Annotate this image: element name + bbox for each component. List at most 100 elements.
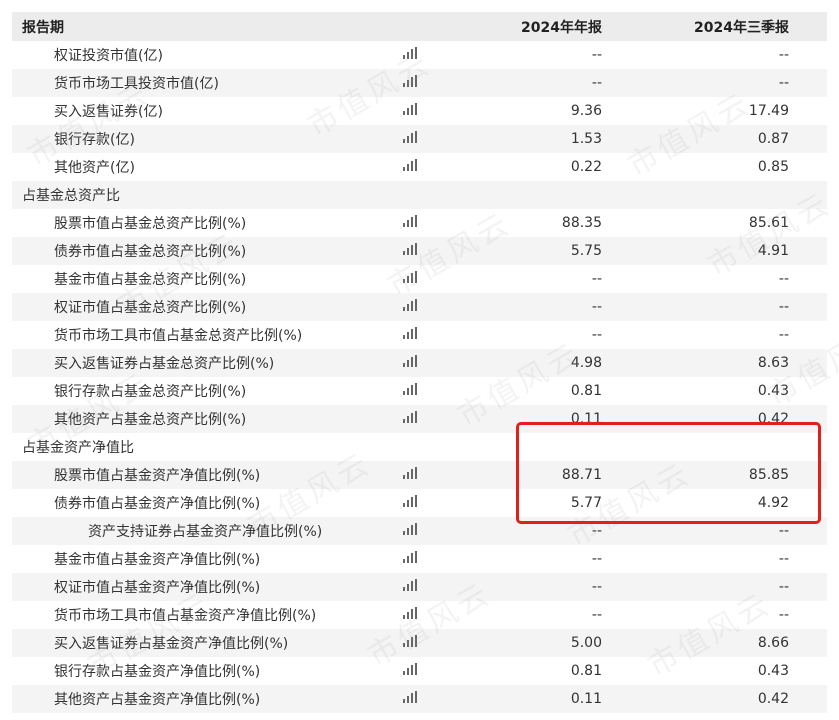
bar-chart-icon[interactable] — [403, 579, 417, 595]
value-2024-annual: 0.81 — [570, 663, 602, 679]
table-row: 权证市值占基金总资产比例(%) -- -- — [12, 293, 827, 321]
bar-chart-icon[interactable] — [403, 495, 417, 511]
value-2024-q3: -- — [778, 271, 789, 287]
value-2024-q3: -- — [778, 299, 789, 315]
row-label: 银行存款占基金资产净值比例(%) — [54, 664, 261, 680]
row-label: 资产支持证券占基金资产净值比例(%) — [88, 524, 323, 540]
bar-chart-icon[interactable] — [403, 607, 417, 623]
table-row: 买入返售证券占基金资产净值比例(%) 5.00 8.66 — [12, 629, 827, 657]
row-label: 占基金资产净值比 — [22, 440, 134, 456]
value-2024-annual: -- — [591, 299, 602, 315]
bar-chart-icon[interactable] — [403, 663, 417, 679]
row-label: 货币市场工具投资市值(亿) — [54, 76, 219, 92]
section-header-row: 占基金总资产比 — [12, 181, 827, 209]
value-2024-q3: -- — [778, 579, 789, 595]
bar-chart-icon[interactable] — [403, 327, 417, 343]
value-2024-annual: 88.71 — [561, 467, 602, 483]
value-2024-q3: 0.85 — [757, 159, 789, 175]
bar-chart-icon[interactable] — [403, 103, 417, 119]
fund-asset-table: 报告期 2024年年报 2024年三季报 权证投资市值(亿) -- -- 货币市场工具… — [12, 12, 827, 713]
value-2024-annual: -- — [591, 47, 602, 63]
table-header: 报告期 2024年年报 2024年三季报 — [12, 12, 827, 41]
value-2024-annual: 9.36 — [570, 103, 602, 119]
value-2024-annual: 0.22 — [570, 159, 602, 175]
bar-chart-icon[interactable] — [403, 131, 417, 147]
row-label: 占基金总资产比 — [22, 188, 120, 204]
bar-chart-icon[interactable] — [403, 159, 417, 175]
bar-chart-icon[interactable] — [403, 243, 417, 259]
value-2024-annual: 1.53 — [570, 131, 602, 147]
value-2024-q3: -- — [778, 607, 789, 623]
row-label: 买入返售证券占基金资产净值比例(%) — [54, 636, 289, 652]
value-2024-q3: 8.66 — [757, 635, 789, 651]
row-label: 权证市值占基金资产净值比例(%) — [54, 580, 261, 596]
row-label: 买入返售证券占基金总资产比例(%) — [54, 356, 275, 372]
value-2024-annual: -- — [591, 271, 602, 287]
table-row: 债券市值占基金资产净值比例(%) 5.77 4.92 — [12, 489, 827, 517]
bar-chart-icon[interactable] — [403, 635, 417, 651]
row-label: 买入返售证券(亿) — [54, 104, 163, 120]
table-row: 银行存款占基金总资产比例(%) 0.81 0.43 — [12, 377, 827, 405]
row-label: 货币市场工具市值占基金资产净值比例(%) — [54, 608, 317, 624]
table-row: 债券市值占基金总资产比例(%) 5.75 4.91 — [12, 237, 827, 265]
value-2024-q3: 85.61 — [748, 215, 789, 231]
table-row: 权证市值占基金资产净值比例(%) -- -- — [12, 573, 827, 601]
table-row: 其他资产(亿) 0.22 0.85 — [12, 153, 827, 181]
value-2024-q3: 4.92 — [757, 495, 789, 511]
row-label: 权证投资市值(亿) — [54, 48, 163, 64]
bar-chart-icon[interactable] — [403, 691, 417, 707]
value-2024-annual: -- — [591, 75, 602, 91]
table-row: 银行存款占基金资产净值比例(%) 0.81 0.43 — [12, 657, 827, 685]
value-2024-q3: -- — [778, 75, 789, 91]
bar-chart-icon[interactable] — [403, 75, 417, 91]
value-2024-annual: -- — [591, 327, 602, 343]
row-label: 其他资产占基金资产净值比例(%) — [54, 692, 261, 708]
row-label: 银行存款占基金总资产比例(%) — [54, 384, 247, 400]
table-body: 权证投资市值(亿) -- -- 货币市场工具投资市值(亿) -- -- 买入返售证券(亿) 9… — [12, 41, 827, 713]
bar-chart-icon[interactable] — [403, 523, 417, 539]
row-label: 股票市值占基金资产净值比例(%) — [54, 468, 261, 484]
bar-chart-icon[interactable] — [403, 355, 417, 371]
value-2024-annual: -- — [591, 523, 602, 539]
row-label: 银行存款(亿) — [54, 132, 135, 148]
value-2024-annual: 0.81 — [570, 383, 602, 399]
header-2024-q3: 2024年三季报 — [694, 19, 789, 36]
value-2024-q3: -- — [778, 47, 789, 63]
bar-chart-icon[interactable] — [403, 299, 417, 315]
bar-chart-icon[interactable] — [403, 383, 417, 399]
value-2024-q3: 0.42 — [757, 411, 789, 427]
bar-chart-icon[interactable] — [403, 467, 417, 483]
table-row: 其他资产占基金总资产比例(%) 0.11 0.42 — [12, 405, 827, 433]
value-2024-annual: 5.00 — [570, 635, 602, 651]
bar-chart-icon[interactable] — [403, 411, 417, 427]
bar-chart-icon[interactable] — [403, 551, 417, 567]
table-row: 货币市场工具投资市值(亿) -- -- — [12, 69, 827, 97]
section-header-row: 占基金资产净值比 — [12, 433, 827, 461]
value-2024-annual: 4.98 — [570, 355, 602, 371]
value-2024-annual: 88.35 — [561, 215, 602, 231]
value-2024-q3: 4.91 — [757, 243, 789, 259]
value-2024-q3: -- — [778, 327, 789, 343]
value-2024-q3: -- — [778, 551, 789, 567]
value-2024-q3: 0.43 — [757, 663, 789, 679]
row-label: 基金市值占基金总资产比例(%) — [54, 272, 247, 288]
row-label: 其他资产占基金总资产比例(%) — [54, 412, 247, 428]
value-2024-q3: 8.63 — [757, 355, 789, 371]
value-2024-q3: 85.85 — [748, 467, 789, 483]
value-2024-q3: 17.49 — [748, 103, 789, 119]
row-label: 债券市值占基金总资产比例(%) — [54, 244, 247, 260]
table-row: 股票市值占基金资产净值比例(%) 88.71 85.85 — [12, 461, 827, 489]
value-2024-q3: 0.43 — [757, 383, 789, 399]
value-2024-q3: -- — [778, 523, 789, 539]
row-label: 货币市场工具市值占基金总资产比例(%) — [54, 328, 303, 344]
table-row: 其他资产占基金资产净值比例(%) 0.11 0.42 — [12, 685, 827, 713]
bar-chart-icon[interactable] — [403, 215, 417, 231]
table-row: 银行存款(亿) 1.53 0.87 — [12, 125, 827, 153]
table-row: 货币市场工具市值占基金资产净值比例(%) -- -- — [12, 601, 827, 629]
value-2024-annual: -- — [591, 607, 602, 623]
value-2024-annual: -- — [591, 551, 602, 567]
bar-chart-icon[interactable] — [403, 47, 417, 63]
table-row: 权证投资市值(亿) -- -- — [12, 41, 827, 69]
row-label: 债券市值占基金资产净值比例(%) — [54, 496, 261, 512]
bar-chart-icon[interactable] — [403, 271, 417, 287]
